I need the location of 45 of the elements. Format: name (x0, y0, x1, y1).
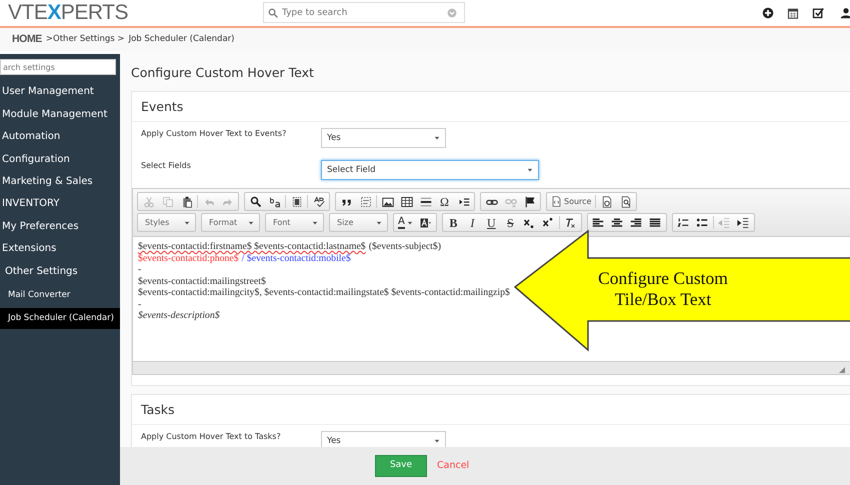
select-field[interactable]: Yes (321, 128, 446, 148)
format-dropdown[interactable]: Font (267, 214, 322, 232)
search-settings-field[interactable]: arch settings (0, 59, 116, 76)
sidebar-item[interactable]: Marketing & Sales (0, 170, 120, 194)
sidebar-item[interactable]: Configuration (0, 148, 120, 171)
format-button[interactable]: I (462, 214, 482, 232)
editor-text: $events-contactid:mailingstreet$ (138, 276, 266, 288)
sidebar-item[interactable]: Extensions (0, 238, 120, 261)
format-dropdown[interactable]: Size (331, 214, 386, 232)
field-label: Select Fields (141, 160, 192, 172)
field-label: Apply Custom Hover Text to Tasks? (141, 430, 282, 443)
sidebar-item[interactable]: Job Scheduler (Calendar) (0, 308, 120, 329)
sidebar-item[interactable]: Automation (0, 126, 120, 149)
sidebar-item[interactable]: Mail Converter (0, 284, 120, 306)
format-button[interactable]: Ω (435, 193, 454, 210)
section-title: Tasks (132, 395, 850, 425)
sidebar-item[interactable]: Other Settings (0, 260, 120, 283)
logo: VTEXPERTS (8, 0, 128, 26)
sidebar-item[interactable]: INVENTORY (0, 193, 120, 216)
field-label: Apply Custom Hover Text to Events? (141, 128, 288, 140)
editor-text: $events-description$ (138, 310, 220, 322)
editor-text: $events-contactid:firstname$ $events-contactid:lastname$ (138, 241, 366, 253)
select-field[interactable]: Yes (321, 430, 446, 447)
format-dropdown[interactable]: Format (203, 214, 258, 232)
format-button[interactable]: B (444, 214, 463, 232)
editor-text: ($events-subject$) (368, 241, 442, 253)
search-field[interactable]: Type to search (263, 2, 465, 23)
format-dropdown[interactable]: Styles (139, 214, 194, 232)
breadcrumb-link[interactable]: >Other Settings > (46, 33, 125, 46)
select-field[interactable]: Select Field (321, 160, 539, 180)
format-button[interactable]: U (482, 214, 501, 232)
editor-text: - (138, 264, 142, 276)
editor-text: - (138, 298, 142, 310)
sidebar-item[interactable]: Module Management (0, 104, 120, 126)
format-button[interactable]: S (500, 214, 520, 232)
callout-text: Configure Custom Tile/Box Text (597, 268, 729, 310)
editor-text: $events-contactid:phone$ (138, 252, 239, 264)
breadcrumb-home[interactable]: HOME (12, 32, 42, 48)
editor-text: / $events-contactid:mobile$ (242, 252, 351, 264)
section-title: Events (132, 92, 850, 122)
page-title: Configure Custom Hover Text (131, 64, 315, 82)
breadcrumb-current: Job Scheduler (Calendar) (128, 33, 234, 46)
sidebar-item[interactable]: My Preferences (0, 216, 120, 238)
editor-text: $events-contactid:mailingcity$, $events-contactid:mailingstate$ $events-contactid:mailingzip$ (138, 287, 510, 299)
sidebar-item[interactable]: User Management (0, 81, 120, 104)
